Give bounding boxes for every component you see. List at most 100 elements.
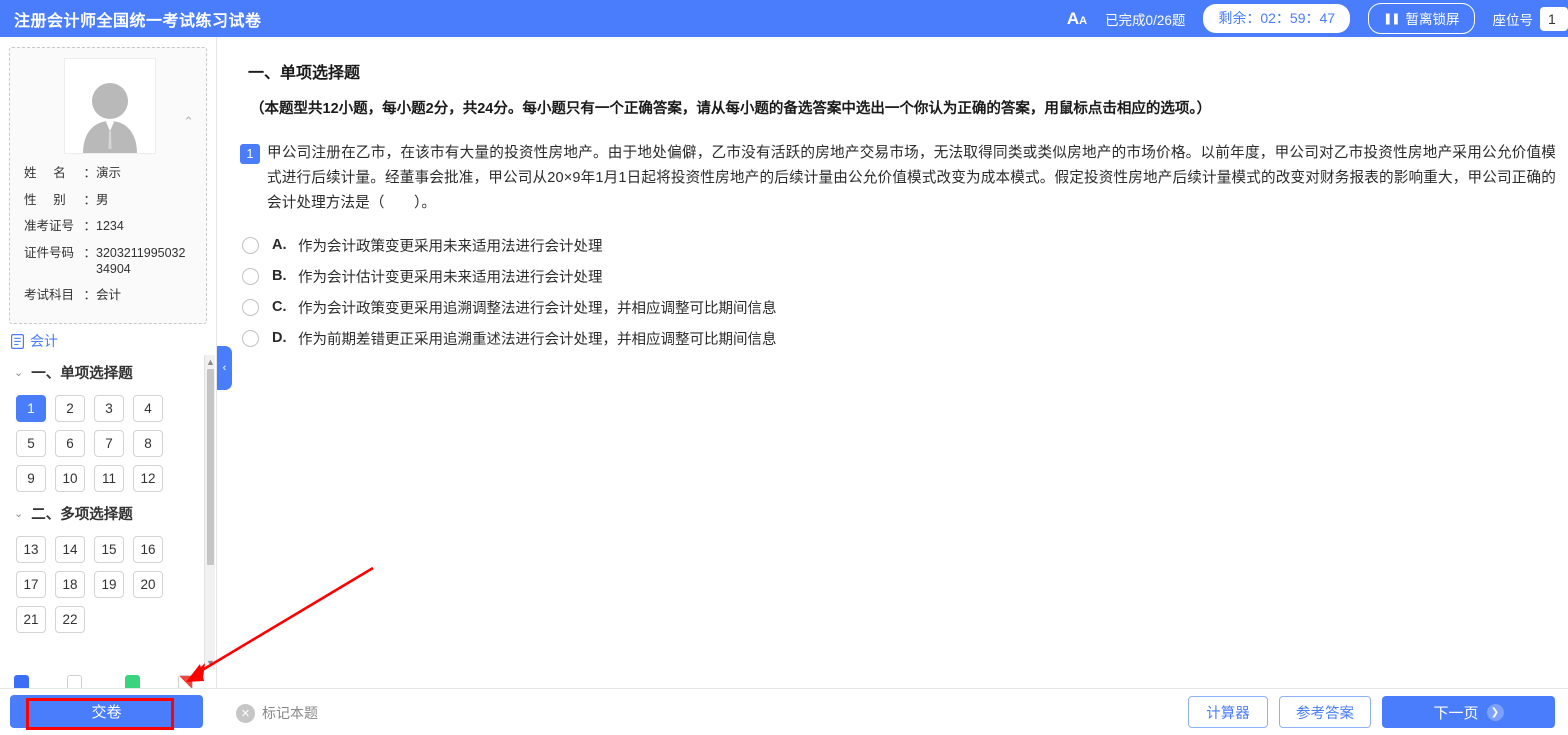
question-nav-18[interactable]: 18 [55, 571, 85, 598]
app-header: 注册会计师全国统一考试练习试卷 AA 已完成0/26题 剩余：02：59：47 … [0, 0, 1568, 37]
radio-icon-B[interactable] [242, 267, 259, 285]
info-row-subject: 考试科目 ： 会计 [24, 288, 196, 304]
question-nav-21[interactable]: 21 [16, 606, 46, 633]
left-sidebar: ⌃ 姓 名 ： 演示 性 别 ： 男 准考证号 ： 1234 证件号码 ： 32… [0, 37, 217, 709]
question-nav-7[interactable]: 7 [94, 430, 124, 457]
question-stem: 1 甲公司注册在乙市，在该市有大量的投资性房地产。由于地处偏僻，乙市没有活跃的房… [240, 141, 1556, 216]
candidate-info-list: 姓 名 ： 演示 性 别 ： 男 准考证号 ： 1234 证件号码 ： 3203… [24, 166, 196, 304]
info-label-idcard-a: 证件号码 [24, 245, 75, 260]
navigator-section-2[interactable]: ⌄ 二、多项选择题 [0, 496, 217, 528]
option-text: 作为前期差错更正采用追溯重述法进行会计处理，并相应调整可比期间信息 [298, 331, 777, 348]
info-value-name: 演示 [96, 166, 122, 180]
question-nav-13[interactable]: 13 [16, 536, 46, 563]
option-letter: B. [272, 268, 287, 285]
question-navigator: 会计 ⌄ 一、单项选择题 1 2 3 4 5 6 7 8 9 10 11 12 ⌄ 二、多项选择题 1… [0, 323, 217, 661]
next-page-button[interactable]: 下一页 ❯ [1382, 696, 1555, 728]
info-row-gender: 性 别 ： 男 [24, 193, 196, 209]
pause-icon: ❚❚ [1383, 12, 1400, 25]
info-label-idcard: 证件号码 ： [24, 246, 96, 277]
radio-icon-D[interactable] [242, 329, 259, 347]
seat-number-value: 1 [1540, 6, 1568, 31]
pause-lock-button[interactable]: ❚❚ 暂离锁屏 [1368, 3, 1475, 34]
question-nav-15[interactable]: 15 [94, 536, 124, 563]
option-row-A[interactable]: A. 作为会计政策变更采用未来适用法进行会计处理 [242, 230, 1556, 261]
question-nav-11[interactable]: 11 [94, 465, 124, 492]
question-nav-16[interactable]: 16 [133, 536, 163, 563]
mark-x-icon: ✕ [236, 703, 255, 723]
info-value-subject: 会计 [96, 288, 122, 303]
avatar [64, 58, 156, 154]
candidate-profile-card: ⌃ 姓 名 ： 演示 性 别 ： 男 准考证号 ： 1234 证件号码 ： 32… [9, 47, 207, 324]
mark-question-button[interactable]: ✕ 标记本题 [236, 703, 318, 723]
question-panel: 一、单项选择题 （本题型共12小题，每小题2分，共24分。每小题只有一个正确答案… [218, 37, 1568, 688]
option-row-C[interactable]: C. 作为会计政策变更采用追溯调整法进行会计处理，并相应调整可比期间信息 [242, 292, 1556, 323]
info-label-subject: 考试科目 ： [24, 288, 96, 304]
exam-app: 注册会计师全国统一考试练习试卷 AA 已完成0/26题 剩余：02：59：47 … [0, 0, 1568, 735]
calculator-button[interactable]: 计算器 [1188, 696, 1268, 728]
question-nav-10[interactable]: 10 [55, 465, 85, 492]
question-grid-section-2: 13 14 15 16 17 18 19 20 21 22 [0, 528, 200, 637]
info-label-name-b: 名 [53, 166, 66, 180]
timer-remaining: 剩余：02：59：47 [1203, 4, 1351, 33]
profile-collapse-icon[interactable]: ⌃ [183, 114, 194, 130]
option-letter: C. [272, 299, 287, 316]
scroll-down-arrow-icon[interactable]: ▼ [206, 657, 215, 669]
option-letter: D. [272, 330, 287, 347]
progress-text: 已完成0/26题 [1105, 12, 1186, 28]
option-letter: A. [272, 237, 287, 254]
next-page-label: 下一页 [1433, 704, 1479, 722]
info-colon-idcard: ： [83, 245, 96, 260]
submit-exam-button[interactable]: 交卷 [10, 695, 203, 728]
question-nav-3[interactable]: 3 [94, 395, 124, 422]
question-number-badge: 1 [240, 143, 260, 164]
question-nav-1[interactable]: 1 [16, 395, 46, 422]
footer-bar: 交卷 ✕ 标记本题 计算器 参考答案 下一页 ❯ [0, 688, 1568, 735]
info-value-idcard: 320321199503234904 [96, 245, 186, 276]
header-actions: AA 已完成0/26题 剩余：02：59：47 ❚❚ 暂离锁屏 座位号 1 [1067, 0, 1568, 37]
info-label-gender-a: 性 [24, 192, 37, 207]
question-nav-5[interactable]: 5 [16, 430, 46, 457]
radio-icon-A[interactable] [242, 236, 259, 254]
question-nav-6[interactable]: 6 [55, 430, 85, 457]
question-nav-8[interactable]: 8 [133, 430, 163, 457]
navigator-scrollbar[interactable]: ▲ ▼ [204, 355, 215, 670]
info-label-admission: 准考证号 ： [24, 219, 96, 235]
info-label-name: 姓 名 ： [24, 166, 96, 182]
info-label-subject-a: 考试科目 [24, 288, 75, 303]
scroll-up-arrow-icon[interactable]: ▲ [206, 356, 215, 368]
info-colon-gender: ： [83, 192, 96, 207]
navigator-section-1[interactable]: ⌄ 一、单项选择题 [0, 355, 217, 387]
info-label-gender: 性 别 ： [24, 193, 96, 209]
navigator-section-2-label: 二、多项选择题 [31, 507, 133, 523]
option-row-B[interactable]: B. 作为会计估计变更采用未来适用法进行会计处理 [242, 261, 1556, 292]
radio-icon-C[interactable] [242, 298, 259, 316]
info-label-gender-b: 别 [53, 192, 66, 207]
question-nav-12[interactable]: 12 [133, 465, 163, 492]
question-nav-20[interactable]: 20 [133, 571, 163, 598]
info-value-gender: 男 [96, 192, 109, 207]
question-nav-9[interactable]: 9 [16, 465, 46, 492]
question-nav-2[interactable]: 2 [55, 395, 85, 422]
info-label-name-a: 姓 [24, 166, 37, 180]
option-text: 作为会计政策变更采用追溯调整法进行会计处理，并相应调整可比期间信息 [298, 300, 777, 317]
navigator-subject[interactable]: 会计 [0, 323, 217, 355]
section-description: （本题型共12小题，每小题2分，共24分。每小题只有一个正确答案，请从每小题的备… [250, 101, 1212, 117]
option-text: 作为会计估计变更采用未来适用法进行会计处理 [298, 269, 603, 286]
chevron-down-icon: ⌄ [14, 508, 24, 520]
sidebar-collapse-toggle[interactable]: ‹ [217, 346, 232, 390]
document-icon [11, 333, 24, 349]
font-size-small-letter: A [1079, 15, 1088, 27]
question-nav-22[interactable]: 22 [55, 606, 85, 633]
section-title: 一、单项选择题 [248, 65, 361, 82]
navigator-subject-label: 会计 [30, 333, 58, 349]
question-nav-4[interactable]: 4 [133, 395, 163, 422]
question-nav-17[interactable]: 17 [16, 571, 46, 598]
option-row-D[interactable]: D. 作为前期差错更正采用追溯重述法进行会计处理，并相应调整可比期间信息 [242, 323, 1556, 354]
navigator-scrollbar-thumb[interactable] [207, 369, 214, 565]
question-nav-19[interactable]: 19 [94, 571, 124, 598]
question-nav-14[interactable]: 14 [55, 536, 85, 563]
reference-answer-button[interactable]: 参考答案 [1279, 696, 1371, 728]
page-title: 注册会计师全国统一考试练习试卷 [14, 12, 262, 30]
info-row-name: 姓 名 ： 演示 [24, 166, 196, 182]
font-size-icon[interactable]: AA [1067, 10, 1087, 27]
